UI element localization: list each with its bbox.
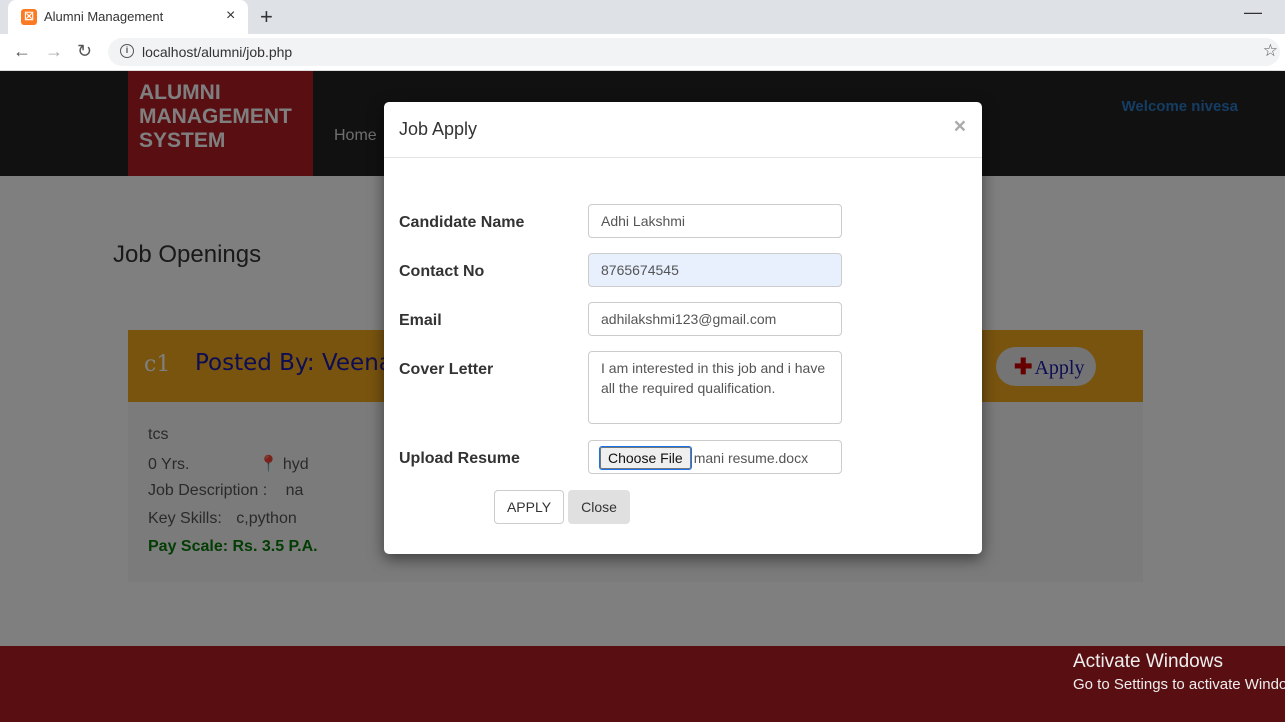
reload-icon[interactable]: ↻ bbox=[77, 41, 92, 62]
contact-no-field[interactable]: 8765674545 bbox=[588, 253, 842, 287]
windows-activation-watermark: Activate Windows Go to Settings to activ… bbox=[1073, 651, 1285, 693]
url-field[interactable]: i localhost/alumni/job.php ☆ bbox=[108, 38, 1280, 66]
forward-arrow-icon[interactable]: → bbox=[45, 41, 63, 62]
modal-header: Job Apply × bbox=[384, 102, 982, 158]
cover-letter-label: Cover Letter bbox=[399, 361, 494, 378]
candidate-name-label: Candidate Name bbox=[399, 214, 525, 231]
resume-file-input: Choose File mani resume.docx bbox=[588, 440, 842, 474]
email-field[interactable]: adhilakshmi123@gmail.com bbox=[588, 302, 842, 336]
close-icon[interactable]: × bbox=[954, 115, 966, 139]
apply-submit-button[interactable]: APPLY bbox=[494, 490, 564, 524]
browser-tab-bar: ☒ Alumni Management × + — bbox=[0, 0, 1285, 34]
back-arrow-icon[interactable]: ← bbox=[13, 41, 31, 62]
close-tab-icon[interactable]: × bbox=[226, 7, 235, 25]
tab-title: Alumni Management bbox=[44, 9, 164, 24]
site-info-icon[interactable]: i bbox=[120, 44, 134, 58]
minimize-window-icon[interactable]: — bbox=[1244, 2, 1262, 23]
upload-resume-label: Upload Resume bbox=[399, 450, 520, 467]
contact-no-label: Contact No bbox=[399, 263, 485, 280]
watermark-title: Activate Windows bbox=[1073, 651, 1223, 672]
address-bar: ← → ↻ i localhost/alumni/job.php ☆ bbox=[0, 34, 1285, 71]
browser-tab[interactable]: ☒ Alumni Management × bbox=[8, 0, 248, 34]
email-label: Email bbox=[399, 312, 442, 329]
xampp-favicon-icon: ☒ bbox=[21, 9, 37, 25]
choose-file-button[interactable]: Choose File bbox=[599, 446, 692, 470]
cover-letter-field[interactable]: I am interested in this job and i have a… bbox=[588, 351, 842, 424]
candidate-name-field[interactable]: Adhi Lakshmi bbox=[588, 204, 842, 238]
job-apply-modal: Job Apply × Candidate Name Adhi Lakshmi … bbox=[384, 102, 982, 554]
watermark-subtitle: Go to Settings to activate Windows. bbox=[1073, 676, 1285, 693]
modal-title: Job Apply bbox=[399, 119, 478, 139]
url-text[interactable]: localhost/alumni/job.php bbox=[142, 44, 292, 60]
bookmark-star-icon[interactable]: ☆ bbox=[1263, 41, 1278, 61]
close-button[interactable]: Close bbox=[568, 490, 630, 524]
resume-file-name: mani resume.docx bbox=[693, 450, 809, 466]
new-tab-icon[interactable]: + bbox=[260, 4, 273, 30]
